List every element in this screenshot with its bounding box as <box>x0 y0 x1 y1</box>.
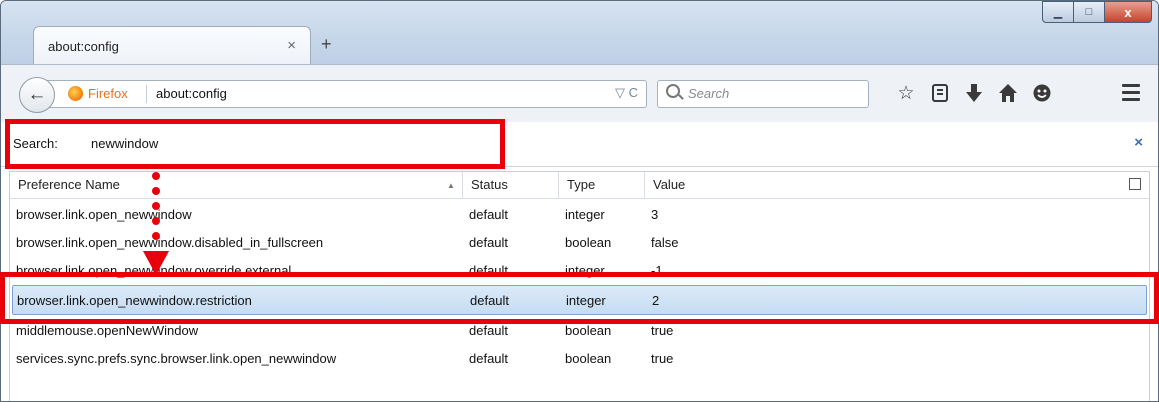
pref-value: false <box>651 235 679 250</box>
search-highlight-box <box>5 119 505 169</box>
row-highlight-box <box>0 272 1159 324</box>
annotation-dot <box>152 217 160 225</box>
firefox-logo-icon <box>68 86 83 101</box>
pref-type: boolean <box>565 323 612 338</box>
window-controls: ▁ □ x <box>1042 1 1152 23</box>
toolbar-icons: ☆ <box>889 79 1059 107</box>
table-row[interactable]: browser.link.open_newwindow.disabled_in_… <box>10 228 1149 256</box>
pref-status: default <box>469 323 509 338</box>
search-placeholder: Search <box>688 86 730 101</box>
sort-ascending-icon: ▲ <box>447 181 455 190</box>
pref-status: default <box>469 207 509 222</box>
pref-value: true <box>651 323 674 338</box>
close-tab-icon[interactable]: × <box>287 37 296 54</box>
pref-type: integer <box>565 207 605 222</box>
navigation-toolbar: Firefox about:config ▽ C ← Search ☆ <box>1 64 1158 123</box>
pref-name: middlemouse.openNewWindow <box>16 323 199 338</box>
title-bar: ▁ □ x about:config × + <box>1 1 1158 65</box>
url-separator <box>146 85 147 103</box>
table-row[interactable]: services.sync.prefs.sync.browser.link.op… <box>10 344 1149 372</box>
close-window-button[interactable]: x <box>1104 1 1152 23</box>
back-button[interactable]: ← <box>19 77 55 113</box>
annotation-dot <box>152 232 160 240</box>
url-text[interactable]: about:config <box>156 86 227 101</box>
download-icon[interactable] <box>957 79 991 107</box>
minimize-button[interactable]: ▁ <box>1042 1 1074 23</box>
pref-status: default <box>469 235 509 250</box>
browser-window: ▁ □ x about:config × + Firefox about:con… <box>0 0 1159 402</box>
annotation-dot <box>152 172 160 180</box>
annotation-dot <box>152 187 160 195</box>
new-tab-button[interactable]: + <box>321 34 332 55</box>
column-status[interactable]: Status <box>462 172 508 198</box>
pref-type: boolean <box>565 235 612 250</box>
maximize-button[interactable]: □ <box>1073 1 1105 23</box>
pref-type: boolean <box>565 351 612 366</box>
tab-title: about:config <box>48 39 119 54</box>
annotation-arrow-icon <box>143 251 169 275</box>
star-icon[interactable]: ☆ <box>889 79 923 107</box>
column-preference-name[interactable]: Preference Name <box>18 172 120 198</box>
pref-value: 3 <box>651 207 659 222</box>
dropmarker-reload-icon[interactable]: ▽ C <box>615 85 638 101</box>
url-bar[interactable]: Firefox about:config ▽ C <box>45 80 647 108</box>
search-icon <box>666 84 680 98</box>
pref-status: default <box>469 351 509 366</box>
table-header: Preference Name ▲ Status Type Value <box>10 172 1149 199</box>
column-picker-icon[interactable] <box>1129 178 1141 190</box>
identity-label[interactable]: Firefox <box>88 86 128 101</box>
search-input[interactable]: Search <box>657 80 869 108</box>
pref-name: browser.link.open_newwindow.disabled_in_… <box>16 235 324 250</box>
annotation-dot <box>152 202 160 210</box>
home-icon[interactable] <box>991 79 1025 107</box>
table-row[interactable]: browser.link.open_newwindow default inte… <box>10 200 1149 228</box>
menu-icon[interactable] <box>1122 84 1140 105</box>
reading-list-icon[interactable] <box>923 79 957 107</box>
hello-icon[interactable] <box>1025 79 1059 107</box>
column-value[interactable]: Value <box>644 172 685 198</box>
pref-value: true <box>651 351 674 366</box>
column-type[interactable]: Type <box>558 172 595 198</box>
pref-name: browser.link.open_newwindow <box>16 207 192 222</box>
pref-name: services.sync.prefs.sync.browser.link.op… <box>16 351 337 366</box>
tab-about-config[interactable]: about:config × <box>33 26 311 65</box>
clear-search-icon[interactable]: × <box>1134 134 1143 151</box>
